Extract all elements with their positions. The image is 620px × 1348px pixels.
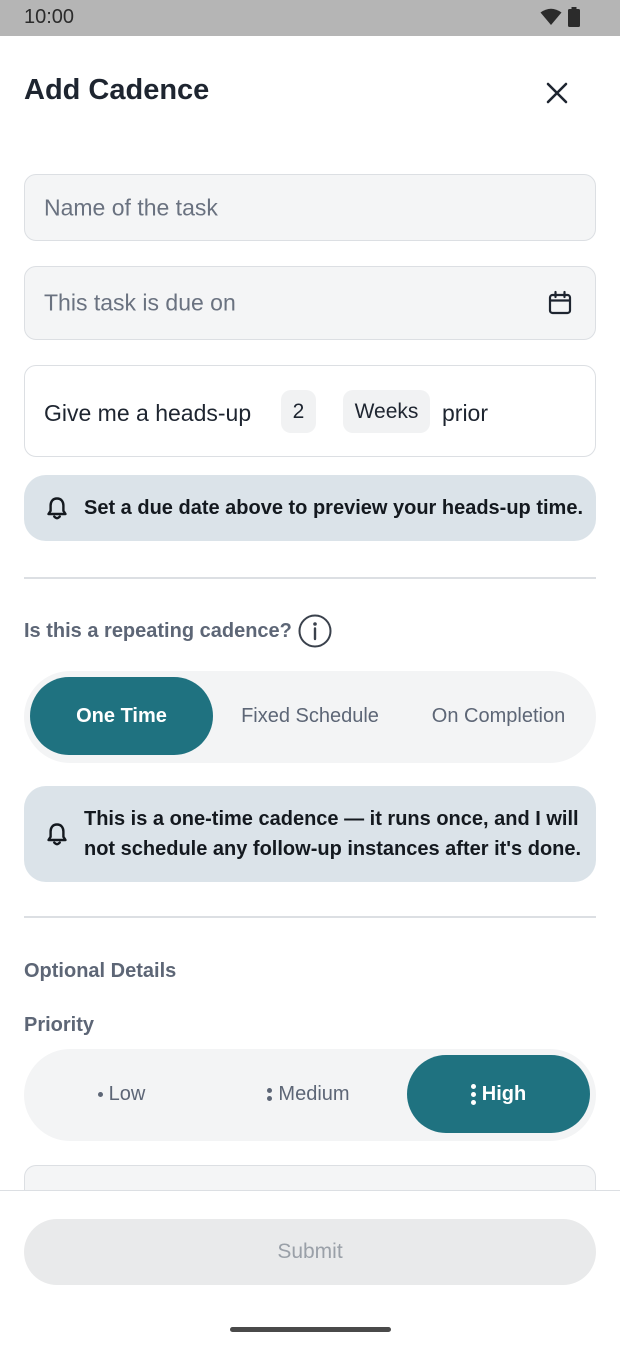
option-on-completion[interactable]: On Completion <box>407 677 590 755</box>
due-date-field[interactable]: This task is due on <box>24 266 596 340</box>
priority-low-icon <box>97 1091 103 1097</box>
option-one-time[interactable]: One Time <box>30 677 213 755</box>
bell-icon <box>47 497 67 520</box>
priority-high[interactable]: High <box>407 1055 590 1133</box>
status-icons <box>540 7 580 27</box>
submit-button[interactable]: Submit <box>24 1219 596 1285</box>
info-icon[interactable] <box>298 614 332 648</box>
priority-high-label: High <box>481 1082 527 1105</box>
priority-low[interactable]: Low <box>30 1055 213 1133</box>
priority-low-label: Low <box>108 1082 146 1105</box>
priority-medium-icon <box>267 1087 273 1101</box>
calendar-icon[interactable] <box>547 290 573 316</box>
heads-up-suffix: prior <box>442 400 489 426</box>
wifi-icon <box>540 8 562 25</box>
bottom-sheet: Add Cadence Name of the task This task i… <box>0 36 620 1348</box>
status-bar: 10:00 <box>0 0 620 36</box>
task-name-placeholder: Name of the task <box>44 194 218 220</box>
due-date-placeholder: This task is due on <box>44 289 236 316</box>
priority-high-icon <box>470 1083 476 1105</box>
page-title: Add Cadence <box>24 74 210 106</box>
divider <box>24 916 596 918</box>
status-time: 10:00 <box>24 6 75 28</box>
battery-icon <box>568 7 580 27</box>
repeat-type-selector: One Time Fixed Schedule On Completion <box>24 671 596 763</box>
cadence-notice-text: This is a one-time cadence — it runs onc… <box>84 808 582 860</box>
divider <box>24 577 596 579</box>
priority-label: Priority <box>24 1014 95 1036</box>
cadence-notice: This is a one-time cadence — it runs onc… <box>24 786 596 882</box>
priority-medium[interactable]: Medium <box>217 1055 400 1133</box>
heads-up-count[interactable]: 2 <box>281 390 316 433</box>
footer: Submit <box>0 1190 620 1348</box>
heads-up-unit-select[interactable]: Weeks <box>343 390 430 433</box>
heads-up-notice-text: Set a due date above to preview your hea… <box>84 497 584 519</box>
close-button[interactable] <box>537 73 577 113</box>
option-fixed-schedule[interactable]: Fixed Schedule <box>217 677 403 755</box>
heads-up-label: Give me a heads-up <box>44 400 252 426</box>
heads-up-notice: Set a due date above to preview your hea… <box>24 475 596 541</box>
optional-details-label: Optional Details <box>24 960 177 982</box>
task-name-field[interactable]: Name of the task <box>24 174 596 241</box>
priority-selector: Low Medium High <box>24 1049 596 1141</box>
bell-icon <box>47 823 67 846</box>
close-icon <box>546 82 568 104</box>
home-indicator[interactable] <box>230 1327 391 1332</box>
priority-medium-label: Medium <box>278 1082 350 1105</box>
heads-up-field: Give me a heads-up 2 Weeks prior <box>24 365 596 457</box>
repeat-cadence-label: Is this a repeating cadence? <box>24 620 292 642</box>
